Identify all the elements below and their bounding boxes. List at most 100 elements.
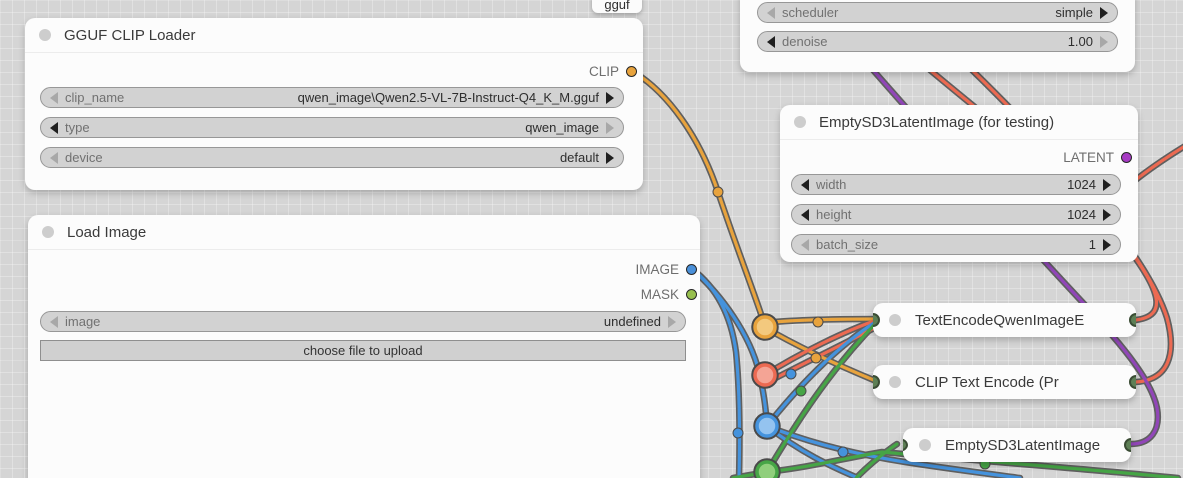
- widget-label: type: [65, 120, 90, 135]
- decrement-arrow-icon[interactable]: [801, 208, 809, 221]
- widget-label: batch_size: [816, 237, 879, 252]
- image-output-dot[interactable]: [686, 263, 697, 275]
- widget-batch-size[interactable]: batch_size 1: [791, 234, 1121, 255]
- reroute-orange[interactable]: [751, 313, 779, 341]
- widget-value: qwen_image\Qwen2.5-VL-7B-Instruct-Q4_K_M…: [297, 90, 599, 105]
- increment-arrow-icon[interactable]: [1100, 6, 1108, 19]
- decrement-arrow-icon[interactable]: [801, 238, 809, 251]
- collapsed-output-dot[interactable]: [1129, 313, 1136, 327]
- node-title: TextEncodeQwenImageE: [915, 311, 1085, 329]
- widget-value: 1024: [1067, 207, 1096, 222]
- output-slot-clip[interactable]: CLIP: [588, 63, 637, 79]
- node-title: CLIP Text Encode (Pr: [915, 373, 1059, 391]
- slot-label: IMAGE: [635, 261, 679, 277]
- widget-label: clip_name: [65, 90, 125, 105]
- increment-arrow-icon[interactable]: [606, 91, 614, 104]
- widget-value: qwen_image: [525, 120, 599, 135]
- link-dot-orange[interactable]: [712, 186, 724, 198]
- decrement-arrow-icon[interactable]: [767, 35, 775, 48]
- choose-file-button[interactable]: choose file to upload: [40, 340, 686, 361]
- increment-arrow-icon[interactable]: [1103, 208, 1111, 221]
- node-titlebar[interactable]: Load Image: [28, 215, 700, 250]
- widget-value: undefined: [603, 314, 661, 329]
- node-clip-text-encode[interactable]: CLIP Text Encode (Pr: [873, 365, 1136, 399]
- increment-arrow-icon[interactable]: [1103, 238, 1111, 251]
- increment-arrow-icon[interactable]: [1100, 35, 1108, 48]
- widget-label: height: [816, 207, 852, 222]
- increment-arrow-icon[interactable]: [668, 315, 676, 328]
- widget-value: default: [559, 150, 599, 165]
- node-graph-canvas[interactable]: gguf GGUF CLIP Loader CLIP clip_name qwe…: [0, 0, 1183, 478]
- widget-label: image: [65, 314, 101, 329]
- increment-arrow-icon[interactable]: [606, 151, 614, 164]
- node-text-encode-qwen-image[interactable]: TextEncodeQwenImageE: [873, 303, 1136, 337]
- collapsed-output-dot[interactable]: [1124, 438, 1131, 452]
- node-titlebar[interactable]: GGUF CLIP Loader: [25, 18, 643, 53]
- widget-value: 1.00: [1067, 34, 1093, 49]
- widget-label: scheduler: [782, 5, 839, 20]
- slot-label: CLIP: [588, 63, 619, 79]
- mask-output-dot[interactable]: [686, 288, 697, 300]
- latent-output-dot[interactable]: [1121, 151, 1132, 163]
- widget-width[interactable]: width 1024: [791, 174, 1121, 195]
- node-gguf-clip-loader[interactable]: GGUF CLIP Loader CLIP clip_name qwen_ima…: [25, 18, 643, 190]
- increment-arrow-icon[interactable]: [1103, 178, 1111, 191]
- reroute-blue[interactable]: [753, 412, 781, 440]
- node-empty-sd3-latent-testing[interactable]: EmptySD3LatentImage (for testing) LATENT…: [780, 105, 1138, 262]
- node-title: GGUF CLIP Loader: [64, 26, 196, 44]
- collapse-dot-icon[interactable]: [889, 376, 901, 388]
- decrement-arrow-icon[interactable]: [50, 121, 58, 134]
- widget-height[interactable]: height 1024: [791, 204, 1121, 225]
- clip-output-dot[interactable]: [626, 65, 637, 77]
- node-load-image[interactable]: Load Image IMAGE MASK image undefined ch…: [28, 215, 700, 478]
- slot-label: MASK: [640, 286, 679, 302]
- node-title: Load Image: [67, 223, 147, 241]
- choose-file-button-label: choose file to upload: [303, 343, 423, 358]
- collapsed-input-dot[interactable]: [873, 375, 880, 389]
- widget-device[interactable]: device default: [40, 147, 624, 168]
- slot-label: LATENT: [1063, 149, 1114, 165]
- output-slot-image[interactable]: IMAGE: [635, 261, 697, 277]
- collapse-dot-icon[interactable]: [39, 29, 51, 41]
- widget-denoise[interactable]: denoise 1.00: [757, 31, 1118, 52]
- node-title: EmptySD3LatentImage: [945, 436, 1101, 454]
- widget-image[interactable]: image undefined: [40, 311, 686, 332]
- link-dot-blue[interactable]: [785, 368, 797, 380]
- decrement-arrow-icon[interactable]: [50, 151, 58, 164]
- widget-value: 1024: [1067, 177, 1096, 192]
- collapsed-output-dot[interactable]: [1129, 375, 1136, 389]
- output-slot-mask[interactable]: MASK: [640, 286, 697, 302]
- collapse-dot-icon[interactable]: [794, 116, 806, 128]
- collapse-dot-icon[interactable]: [919, 439, 931, 451]
- widget-value: 1: [1088, 237, 1096, 252]
- widget-label: device: [65, 150, 103, 165]
- link-dot-blue[interactable]: [837, 446, 849, 458]
- node-title: EmptySD3LatentImage (for testing): [819, 113, 1055, 131]
- widget-label: width: [816, 177, 847, 192]
- collapsed-node-gguf[interactable]: gguf: [592, 0, 642, 13]
- decrement-arrow-icon[interactable]: [767, 6, 775, 19]
- gguf-badge-label: gguf: [604, 0, 630, 12]
- link-dot-orange[interactable]: [812, 316, 824, 328]
- link-dot-blue[interactable]: [732, 427, 744, 439]
- decrement-arrow-icon[interactable]: [50, 91, 58, 104]
- link-dot-green[interactable]: [795, 385, 807, 397]
- node-empty-sd3-latent-collapsed[interactable]: EmptySD3LatentImage: [903, 428, 1131, 462]
- reroute-green[interactable]: [753, 458, 781, 478]
- reroute-red[interactable]: [751, 361, 779, 389]
- collapsed-input-dot[interactable]: [903, 438, 908, 452]
- decrement-arrow-icon[interactable]: [50, 315, 58, 328]
- link-dot-orange[interactable]: [810, 352, 822, 364]
- output-slot-latent[interactable]: LATENT: [1063, 149, 1132, 165]
- decrement-arrow-icon[interactable]: [801, 178, 809, 191]
- widget-label: denoise: [782, 34, 828, 49]
- widget-scheduler[interactable]: scheduler simple: [757, 2, 1118, 23]
- increment-arrow-icon[interactable]: [606, 121, 614, 134]
- node-titlebar[interactable]: EmptySD3LatentImage (for testing): [780, 105, 1138, 140]
- collapse-dot-icon[interactable]: [42, 226, 54, 238]
- collapse-dot-icon[interactable]: [889, 314, 901, 326]
- widget-clip-name[interactable]: clip_name qwen_image\Qwen2.5-VL-7B-Instr…: [40, 87, 624, 108]
- collapsed-input-dot[interactable]: [873, 313, 880, 327]
- widget-type[interactable]: type qwen_image: [40, 117, 624, 138]
- node-sampler-partial[interactable]: scheduler simple denoise 1.00: [740, 0, 1135, 72]
